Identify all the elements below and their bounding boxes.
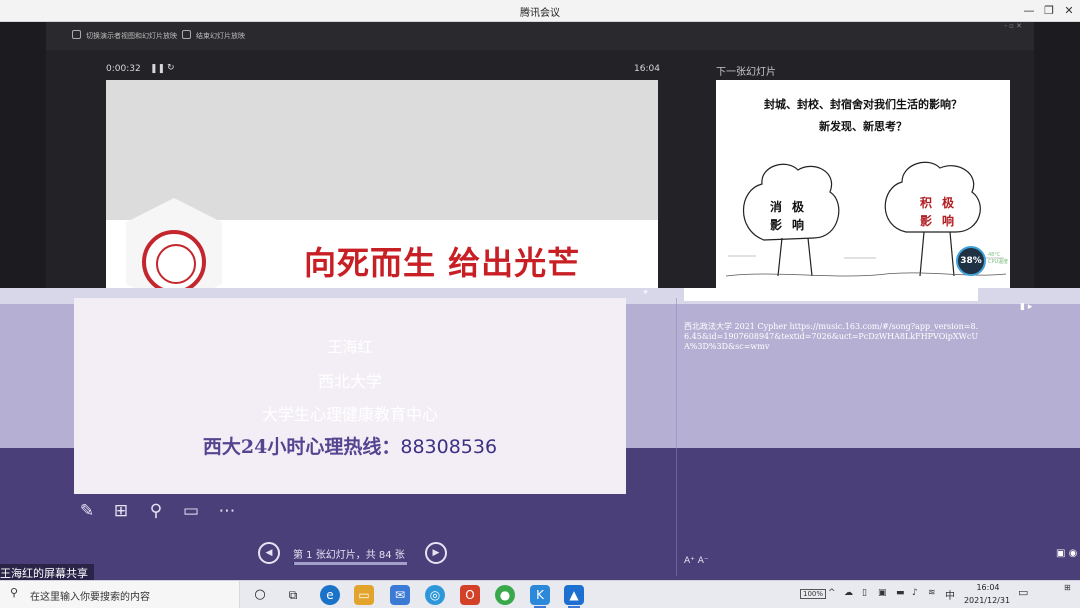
minimize-button[interactable]: —: [1020, 2, 1038, 20]
wechat-icon[interactable]: ●: [495, 585, 515, 605]
task-view-icon[interactable]: ⧉: [283, 585, 303, 605]
right-tree-char: 积: [920, 196, 933, 210]
volume-icon[interactable]: ♪: [912, 588, 918, 598]
slideshow-slide: 王海红 西北大学 大学生心理健康教育中心 西大24小时心理热线：88308536: [74, 298, 626, 494]
presenter-clock: 16:04: [634, 64, 660, 74]
office-icon[interactable]: O: [460, 585, 480, 605]
slide-progress-track: [293, 562, 407, 565]
hotline-number: 88308536: [400, 436, 498, 458]
mini-controls[interactable]: ▮ ▸: [1020, 302, 1032, 312]
right-tree-char: 响: [942, 214, 955, 228]
right-tree-char: 影: [920, 214, 933, 228]
mic-control-icon[interactable]: ▣ ◉: [1056, 548, 1077, 559]
show-desktop-icon[interactable]: ⊞: [1064, 583, 1071, 592]
window-title: 腾讯会议: [520, 8, 560, 19]
mail-icon[interactable]: ✉: [390, 585, 410, 605]
presenter-toolbar: 切换演示者视图和幻灯片放映 结束幻灯片放映 - ▫ ✕: [46, 22, 1034, 50]
slideshow-view: ⌖ 王海红 西北大学 大学生心理健康教育中心 西大24小时心理热线：883085…: [0, 288, 1080, 580]
frame-controls[interactable]: - ▫ ✕: [1004, 22, 1022, 30]
maximize-button[interactable]: ❐: [1040, 2, 1058, 20]
elapsed-timer: 0:00:32: [106, 64, 141, 74]
pen-tool-icon[interactable]: ✎: [76, 500, 98, 522]
cortana-icon[interactable]: ○: [250, 585, 270, 605]
zoom-icon[interactable]: ⚲: [145, 500, 167, 522]
next-slide-label: 下一张幻灯片: [716, 67, 776, 78]
screen-toggle-icon[interactable]: ▭: [180, 500, 202, 522]
edge-icon[interactable]: e: [320, 585, 340, 605]
search-placeholder: 在这里输入你要搜索的内容: [30, 592, 150, 603]
cpu-usage-badge[interactable]: 38%: [956, 246, 986, 276]
browser-icon[interactable]: ◎: [425, 585, 445, 605]
slide-page-indicator: 第 1 张幻灯片，共 84 张: [293, 550, 405, 561]
taskbar-time[interactable]: 16:04: [966, 583, 1010, 592]
left-tree-char: 极: [792, 200, 805, 214]
monitor-tray-icon[interactable]: ▣: [878, 588, 887, 598]
hotline-line: 西大24小时心理热线：88308536: [202, 436, 498, 458]
next-slide-button[interactable]: ▶: [425, 542, 447, 564]
center-name: 大学生心理健康教育中心: [261, 405, 438, 424]
notes-preview-strip: [684, 288, 978, 301]
cursor-icon: ⌖: [643, 288, 649, 298]
speaker-notes: 西北政法大学 2021 Cypher https://music.163.com…: [684, 322, 979, 351]
previous-slide-button[interactable]: ◀: [258, 542, 280, 564]
end-show-button[interactable]: 结束幻灯片放映: [182, 30, 245, 41]
switch-view-button[interactable]: 切换演示者视图和幻灯片放映: [72, 30, 177, 41]
windows-taskbar: ⚲ 在这里输入你要搜索的内容 ○ ⧉ e ▭ ✉ ◎ O ● K ▲ 100% …: [0, 580, 1080, 608]
slide-progress-fill: [293, 562, 295, 565]
screen-share-label: 王海红的屏幕共享: [0, 564, 94, 580]
kugou-icon[interactable]: K: [530, 585, 550, 608]
notification-icon[interactable]: ▭: [1018, 586, 1028, 599]
taskbar-date[interactable]: 2021/12/31: [958, 596, 1016, 605]
left-tree-char: 响: [792, 218, 805, 232]
university-name: 西北大学: [317, 372, 382, 391]
reset-timer-icon[interactable]: ↻: [167, 63, 175, 73]
more-options-icon[interactable]: ⋯: [216, 500, 238, 522]
file-explorer-icon[interactable]: ▭: [354, 585, 374, 605]
window-titlebar: 腾讯会议 — ❐ ✕: [0, 0, 1080, 22]
screen: 腾讯会议 — ❐ ✕ 切换演示者视图和幻灯片放映 结束幻灯片放映 - ▫ ✕ 0…: [0, 0, 1080, 608]
shared-screen: 切换演示者视图和幻灯片放映 结束幻灯片放映 - ▫ ✕ 0:00:32 ❚❚ ↻…: [0, 22, 1080, 288]
pause-icon[interactable]: ❚❚: [150, 64, 165, 74]
battery-indicator[interactable]: 100%: [800, 589, 827, 599]
power-icon[interactable]: ▬: [896, 588, 905, 598]
grid-view-icon[interactable]: ⊞: [110, 500, 132, 522]
cpu-temp-info: 48°C CPU温度: [988, 252, 1009, 265]
slide-heading: 向死而生 给出光芒: [304, 244, 581, 282]
presenter-view: 切换演示者视图和幻灯片放映 结束幻灯片放映 - ▫ ✕ 0:00:32 ❚❚ ↻…: [46, 22, 1034, 288]
monitor-icon: [72, 30, 81, 39]
notes-divider: [676, 298, 677, 576]
current-slide: 向死而生 给出光芒: [106, 80, 658, 288]
search-icon: ⚲: [10, 586, 19, 599]
tencent-meeting-icon[interactable]: ▲: [564, 585, 584, 608]
usb-icon[interactable]: ▯: [862, 588, 867, 598]
taskbar-search[interactable]: ⚲ 在这里输入你要搜索的内容: [0, 581, 240, 608]
cloud-icon[interactable]: ☁: [844, 588, 853, 598]
close-button[interactable]: ✕: [1060, 2, 1078, 20]
ime-indicator[interactable]: 中: [945, 587, 955, 602]
right-tree-char: 极: [942, 196, 955, 210]
left-tree-char: 消: [770, 200, 783, 214]
left-tree-char: 影: [770, 218, 783, 232]
university-seal-logo: [142, 230, 206, 288]
font-size-controls[interactable]: A⁺ A⁻: [684, 556, 709, 566]
speaker-name: 王海红: [327, 338, 373, 356]
wifi-icon[interactable]: ≋: [928, 588, 936, 598]
stop-icon: [182, 30, 191, 39]
tray-expand-icon[interactable]: ^: [828, 588, 836, 598]
